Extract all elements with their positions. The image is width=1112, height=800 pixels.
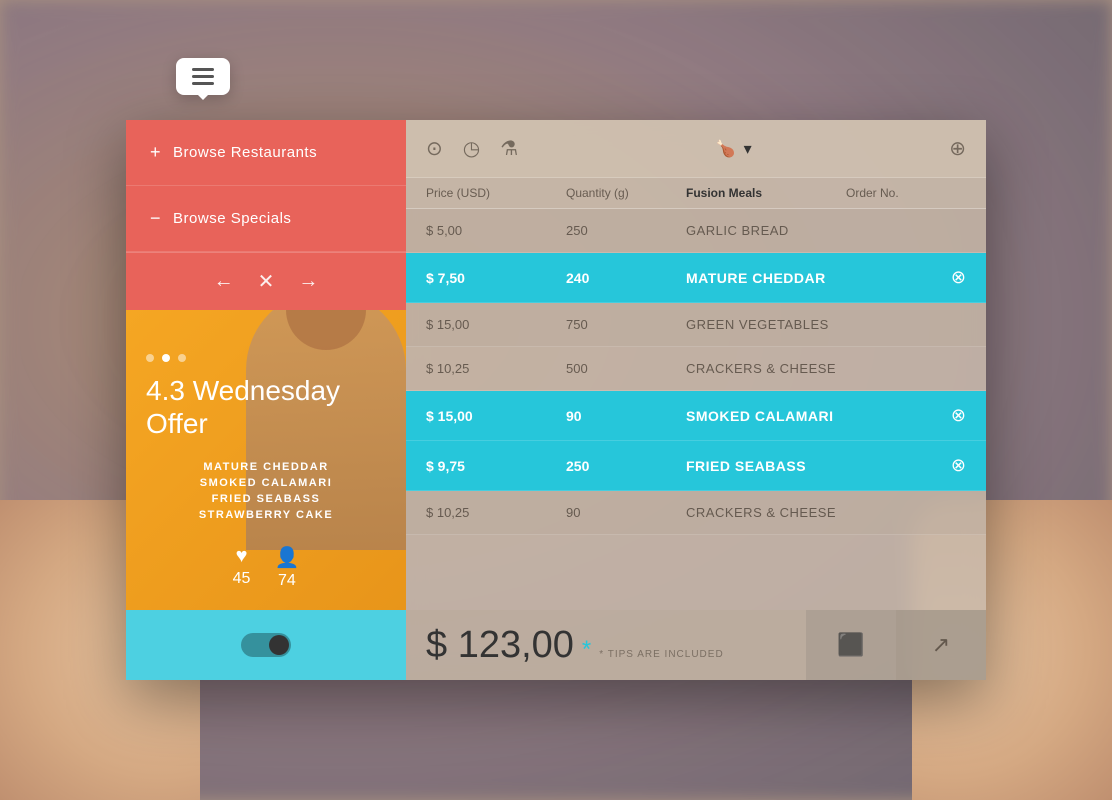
chicken-icon: 🍗 [716, 139, 736, 159]
qty-cell: 750 [566, 317, 686, 332]
table-row[interactable]: $ 15,00 90 SMOKED CALAMARI ⊗ [406, 391, 986, 441]
next-button[interactable]: → [298, 270, 318, 293]
table-body: $ 5,00 250 GARLIC BREAD $ 7,50 240 MATUR… [406, 209, 986, 610]
meal-cell: GARLIC BREAD [686, 223, 846, 238]
price-cell: $ 15,00 [426, 408, 566, 424]
price-cell: $ 10,25 [426, 361, 566, 376]
qty-cell: 90 [566, 505, 686, 520]
meal-cell: FRIED SEABASS [686, 458, 846, 474]
flask-icon[interactable]: ⚗ [500, 136, 518, 161]
burger-icon [192, 68, 214, 85]
remove-button[interactable]: ⊗ [951, 405, 966, 426]
toggle-thumb [269, 635, 289, 655]
download-icon[interactable]: ⊙ [426, 136, 443, 161]
col-meal: Fusion Meals [686, 186, 846, 200]
left-panel: + Browse Restaurants − Browse Specials ←… [126, 120, 406, 680]
table-row[interactable]: $ 7,50 240 MATURE CHEDDAR ⊗ [406, 253, 986, 303]
plus-icon: + [150, 142, 161, 163]
total-section: $ 123,00 * * TIPS ARE INCLUDED [406, 624, 806, 667]
offer-title: 4.3 Wednesday Offer [146, 374, 386, 441]
menu-item-1: MATURE CHEDDAR [146, 461, 386, 473]
dot-1[interactable] [146, 354, 154, 362]
dot-3[interactable] [178, 354, 186, 362]
price-cell: $ 10,25 [426, 505, 566, 520]
meal-type-selector[interactable]: 🍗 ▾ [716, 139, 752, 159]
bottom-left-bar [126, 610, 406, 680]
return-button[interactable]: ⊕ [949, 136, 966, 161]
qty-cell: 250 [566, 223, 686, 238]
col-order: Order No. [846, 186, 966, 200]
table-row: $ 10,25 500 CRACKERS & CHEESE [406, 347, 986, 391]
col-quantity: Quantity (g) [566, 186, 686, 200]
tips-note: * TIPS ARE INCLUDED [599, 649, 723, 660]
browse-specials-label: Browse Specials [173, 210, 291, 227]
checkout-icon: ⬛ [837, 632, 864, 658]
qty-cell: 500 [566, 361, 686, 376]
person-icon: 👤 [274, 545, 299, 570]
table-row[interactable]: $ 9,75 250 FRIED SEABASS ⊗ [406, 441, 986, 491]
special-card: 4.3 Wednesday Offer MATURE CHEDDAR SMOKE… [126, 310, 406, 610]
asterisk: * [582, 636, 591, 664]
nav-section: + Browse Restaurants − Browse Specials ←… [126, 120, 406, 310]
menu-items-list: MATURE CHEDDAR SMOKED CALAMARI FRIED SEA… [146, 461, 386, 525]
price-cell: $ 7,50 [426, 270, 566, 286]
total-amount: $ 123,00 [426, 624, 574, 667]
right-panel: ⊙ ◷ ⚗ 🍗 ▾ ⊕ Price (USD) Quantity (g) Fus… [406, 120, 986, 680]
expand-icon: ↗ [932, 632, 950, 658]
col-price: Price (USD) [426, 186, 566, 200]
price-cell: $ 15,00 [426, 317, 566, 332]
clock-icon[interactable]: ◷ [463, 136, 480, 161]
main-container: + Browse Restaurants − Browse Specials ←… [126, 120, 986, 680]
qty-cell: 240 [566, 270, 686, 286]
browse-specials-item[interactable]: − Browse Specials [126, 186, 406, 252]
column-headers: Price (USD) Quantity (g) Fusion Meals Or… [406, 178, 986, 209]
bottom-right-bar: $ 123,00 * * TIPS ARE INCLUDED ⬛ ↗ [406, 610, 986, 680]
remove-button[interactable]: ⊗ [951, 267, 966, 288]
meal-cell: CRACKERS & CHEESE [686, 361, 846, 376]
menu-item-3: FRIED SEABASS [146, 493, 386, 505]
browse-restaurants-label: Browse Restaurants [173, 144, 317, 161]
followers-count: 74 [278, 572, 296, 590]
table-row: $ 5,00 250 GARLIC BREAD [406, 209, 986, 253]
toggle-switch[interactable] [241, 633, 291, 657]
menu-item-2: SMOKED CALAMARI [146, 477, 386, 489]
nav-controls: ← ✕ → [126, 252, 406, 310]
prev-button[interactable]: ← [214, 270, 234, 293]
browse-restaurants-item[interactable]: + Browse Restaurants [126, 120, 406, 186]
meal-cell: SMOKED CALAMARI [686, 408, 846, 424]
qty-cell: 90 [566, 408, 686, 424]
price-cell: $ 5,00 [426, 223, 566, 238]
price-cell: $ 9,75 [426, 458, 566, 474]
meal-cell: CRACKERS & CHEESE [686, 505, 846, 520]
burger-menu-tooltip[interactable] [176, 58, 230, 95]
table-row: $ 15,00 750 GREEN VEGETABLES [406, 303, 986, 347]
carousel-dots [146, 354, 386, 362]
qty-cell: 250 [566, 458, 686, 474]
dropdown-arrow: ▾ [744, 139, 752, 159]
remove-button[interactable]: ⊗ [951, 455, 966, 476]
likes-count: 45 [233, 570, 251, 588]
stats-row: ♥ 45 👤 74 [146, 545, 386, 590]
table-row: $ 10,25 90 CRACKERS & CHEESE [406, 491, 986, 535]
likes-stat: ♥ 45 [233, 545, 251, 590]
expand-button[interactable]: ↗ [896, 610, 986, 680]
heart-icon: ♥ [236, 545, 248, 568]
meal-cell: GREEN VEGETABLES [686, 317, 846, 332]
dot-2[interactable] [162, 354, 170, 362]
close-button[interactable]: ✕ [258, 269, 275, 294]
followers-stat: 👤 74 [274, 545, 299, 590]
menu-item-4: STRAWBERRY CAKE [146, 509, 386, 521]
table-header: ⊙ ◷ ⚗ 🍗 ▾ ⊕ [406, 120, 986, 178]
checkout-button[interactable]: ⬛ [806, 610, 896, 680]
minus-icon: − [150, 208, 161, 229]
meal-cell: MATURE CHEDDAR [686, 270, 846, 286]
